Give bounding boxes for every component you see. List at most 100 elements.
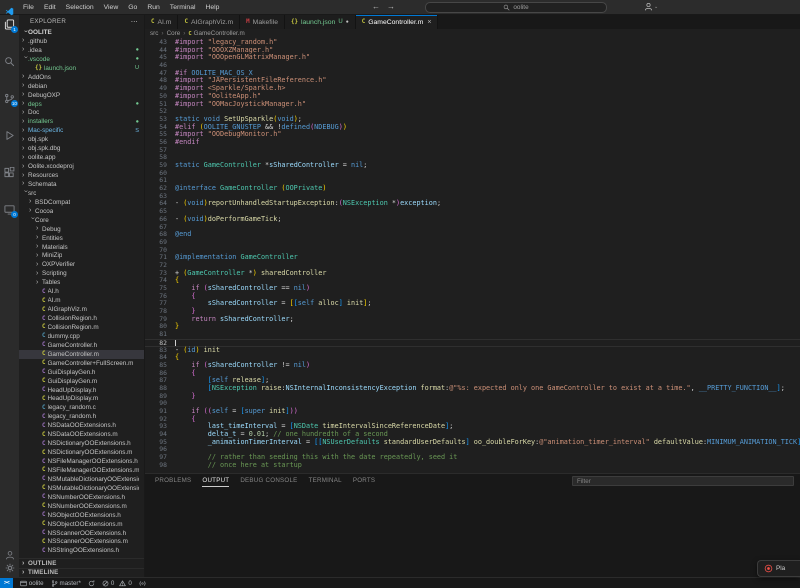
tree-item-installers[interactable]: ›installers● xyxy=(19,117,144,126)
code-line-69[interactable]: 69 xyxy=(145,239,800,247)
status-git-branch[interactable]: master* xyxy=(51,580,81,587)
code-line-89[interactable]: 89 } xyxy=(145,393,800,401)
tree-item-oolite-app[interactable]: ›oolite.app xyxy=(19,153,144,162)
tab-makefile[interactable]: MMakefile xyxy=(240,15,285,29)
more-actions-icon[interactable]: ⋯ xyxy=(131,18,138,26)
code-line-77[interactable]: 77 sSharedController = [[self alloc] ini… xyxy=(145,300,800,308)
explorer-icon[interactable]: 1 xyxy=(0,15,19,52)
tree-item-nsnumberooextensions-h[interactable]: CNSNumberOOExtensions.h xyxy=(19,493,144,502)
code-line-73[interactable]: 73+ (GameController *) sharedController xyxy=(145,270,800,278)
tree-item-nsobjectooextensions-m[interactable]: CNSObjectOOExtensions.m xyxy=(19,520,144,529)
tree-item-nsscannerooextensions-m[interactable]: CNSScannerOOExtensions.m xyxy=(19,538,144,547)
tab-aigraphviz-m[interactable]: CAIGraphViz.m xyxy=(178,15,240,29)
tree-item-entities[interactable]: ›Entities xyxy=(19,234,144,243)
tree-item-debugoxp[interactable]: ›DebugOXP xyxy=(19,91,144,100)
tree-item-nsdataooextensions-m[interactable]: CNSDataOOExtensions.m xyxy=(19,430,144,439)
tree-item-nsdataooextensions-h[interactable]: CNSDataOOExtensions.h xyxy=(19,421,144,430)
tree-item-oxpverifier[interactable]: ›OXPVerifier xyxy=(19,260,144,269)
tree-item-debian[interactable]: ›debian xyxy=(19,82,144,91)
code-line-68[interactable]: 68@end xyxy=(145,231,800,239)
search-icon[interactable] xyxy=(0,52,19,89)
tree-item-bsdcompat[interactable]: ›BSDCompat xyxy=(19,198,144,207)
tree-item-guidisplaygen-m[interactable]: CGuiDisplayGen.m xyxy=(19,377,144,386)
tab-launch-json[interactable]: {}launch.jsonU● xyxy=(285,15,356,29)
tree-item-mac-specific[interactable]: ›Mac-specificS xyxy=(19,126,144,135)
code-line-82[interactable]: 82 xyxy=(145,339,800,347)
remote-explorer-icon[interactable]: 0 xyxy=(0,200,19,237)
tree-item-debug[interactable]: ›Debug xyxy=(19,225,144,234)
tree-item-minizip[interactable]: ›MiniZip xyxy=(19,252,144,261)
history-back-button[interactable]: ← xyxy=(372,2,380,11)
tree-item-idea[interactable]: ›.idea● xyxy=(19,46,144,55)
tree-item-cocoa[interactable]: ›Cocoa xyxy=(19,207,144,216)
run-debug-icon[interactable] xyxy=(0,126,19,163)
code-line-64[interactable]: 64- (void)reportUnhandledStartupExceptio… xyxy=(145,200,800,208)
tree-item-nsstringooextensions-h[interactable]: CNSStringOOExtensions.h xyxy=(19,546,144,555)
timeline-section[interactable]: › TIMELINE xyxy=(19,568,144,577)
settings-icon[interactable] xyxy=(0,562,19,575)
tree-item-gamecontroller-m[interactable]: CGameController.m xyxy=(19,350,144,359)
account-menu-button[interactable]: ⌄ xyxy=(644,2,658,11)
panel-tab-debug-console[interactable]: DEBUG CONSOLE xyxy=(240,474,297,487)
tree-item-deps[interactable]: ›deps● xyxy=(19,100,144,109)
code-line-83[interactable]: 83- (id) init xyxy=(145,347,800,355)
code-line-85[interactable]: 85 if (sSharedController != nil) xyxy=(145,362,800,370)
tree-item-collisionregion-m[interactable]: CCollisionRegion.m xyxy=(19,323,144,332)
tree-item-obj-spk[interactable]: ›obj.spk xyxy=(19,135,144,144)
menu-help[interactable]: Help xyxy=(200,4,224,11)
panel-tab-problems[interactable]: PROBLEMS xyxy=(155,474,191,487)
code-line-62[interactable]: 62@interface GameController (OOPrivate) xyxy=(145,185,800,193)
tree-item-nsfilemanagerooextensions-m[interactable]: CNSFileManagerOOExtensions.m xyxy=(19,466,144,475)
tree-item-nsscannerooextensions-h[interactable]: CNSScannerOOExtensions.h xyxy=(19,529,144,538)
status-problems[interactable]: 00 xyxy=(102,580,132,587)
tree-item-obj-spk-dbg[interactable]: ›obj.spk.dbg xyxy=(19,144,144,153)
account-icon[interactable] xyxy=(0,549,19,562)
breadcrumb-item-gamecontroller-m[interactable]: CGameController.m xyxy=(188,30,244,37)
tree-item-nsmutabledictionaryooextensions-m[interactable]: CNSMutableDictionaryOOExtensions.m xyxy=(19,484,144,493)
outline-section[interactable]: › OUTLINE xyxy=(19,558,144,567)
code-line-95[interactable]: 95 _animationTimerInterval = [[NSUserDef… xyxy=(145,439,800,447)
tree-item-nsobjectooextensions-h[interactable]: CNSObjectOOExtensions.h xyxy=(19,511,144,520)
code-line-88[interactable]: 88 [NSException raise:NSInternalInconsis… xyxy=(145,385,800,393)
code-line-80[interactable]: 80} xyxy=(145,323,800,331)
tree-item-nsdictionaryooextensions-m[interactable]: CNSDictionaryOOExtensions.m xyxy=(19,448,144,457)
tree-item-core[interactable]: ›Core xyxy=(19,216,144,225)
code-line-66[interactable]: 66- (void)doPerformGameTick; xyxy=(145,216,800,224)
breadcrumb-item-core[interactable]: Core xyxy=(167,30,181,37)
panel-tab-output[interactable]: OUTPUT xyxy=(202,474,229,487)
remote-indicator[interactable]: >< xyxy=(0,578,13,588)
menu-selection[interactable]: Selection xyxy=(61,4,99,11)
status-sync[interactable] xyxy=(88,580,95,587)
tree-item-gamecontroller-h[interactable]: CGameController.h xyxy=(19,341,144,350)
code-line-81[interactable]: 81 xyxy=(145,331,800,339)
code-line-60[interactable]: 60 xyxy=(145,170,800,178)
tree-item-collisionregion-h[interactable]: CCollisionRegion.h xyxy=(19,314,144,323)
tree-item-src[interactable]: ›src xyxy=(19,189,144,198)
tree-item-headupdisplay-h[interactable]: CHeadUpDisplay.h xyxy=(19,386,144,395)
tree-item-nsmutabledictionaryooextensions-h[interactable]: CNSMutableDictionaryOOExtensions.h xyxy=(19,475,144,484)
menu-file[interactable]: File xyxy=(18,4,39,11)
tab-gamecontroller-m[interactable]: CGameController.m× xyxy=(356,15,439,29)
tree-item-aigraphviz-m[interactable]: CAIGraphViz.m xyxy=(19,305,144,314)
code-line-79[interactable]: 79 return sSharedController; xyxy=(145,316,800,324)
menu-view[interactable]: View xyxy=(99,4,124,11)
breadcrumb-item-src[interactable]: src xyxy=(150,30,158,37)
status-status-extra[interactable] xyxy=(139,580,146,587)
source-control-icon[interactable]: 10 xyxy=(0,89,19,126)
tree-item-launch-json[interactable]: {}launch.jsonU xyxy=(19,64,144,73)
tree-item-oolite-xcodeproj[interactable]: ›Oolite.xcodeproj xyxy=(19,162,144,171)
tree-item-nsfilemanagerooextensions-h[interactable]: CNSFileManagerOOExtensions.h xyxy=(19,457,144,466)
output-filter-input[interactable] xyxy=(572,476,794,486)
menu-terminal[interactable]: Terminal xyxy=(165,4,201,11)
code-line-75[interactable]: 75 if (sSharedController == nil) xyxy=(145,285,800,293)
panel-tab-terminal[interactable]: TERMINAL xyxy=(309,474,342,487)
code-line-55[interactable]: 55#import "OODebugMonitor.h" xyxy=(145,131,800,139)
tree-item-nsdictionaryooextensions-h[interactable]: CNSDictionaryOOExtensions.h xyxy=(19,439,144,448)
tree-item-legacy-random-c[interactable]: Clegacy_random.c xyxy=(19,403,144,412)
tree-item-gamecontroller-fullscreen-m[interactable]: CGameController+FullScreen.m xyxy=(19,359,144,368)
tree-item-guidisplaygen-h[interactable]: CGuiDisplayGen.h xyxy=(19,368,144,377)
menu-run[interactable]: Run xyxy=(142,4,164,11)
tree-root-oolite[interactable]: › OOLITE xyxy=(19,28,144,37)
tree-item-schemata[interactable]: ›Schemata xyxy=(19,180,144,189)
code-line-67[interactable]: 67 xyxy=(145,224,800,232)
